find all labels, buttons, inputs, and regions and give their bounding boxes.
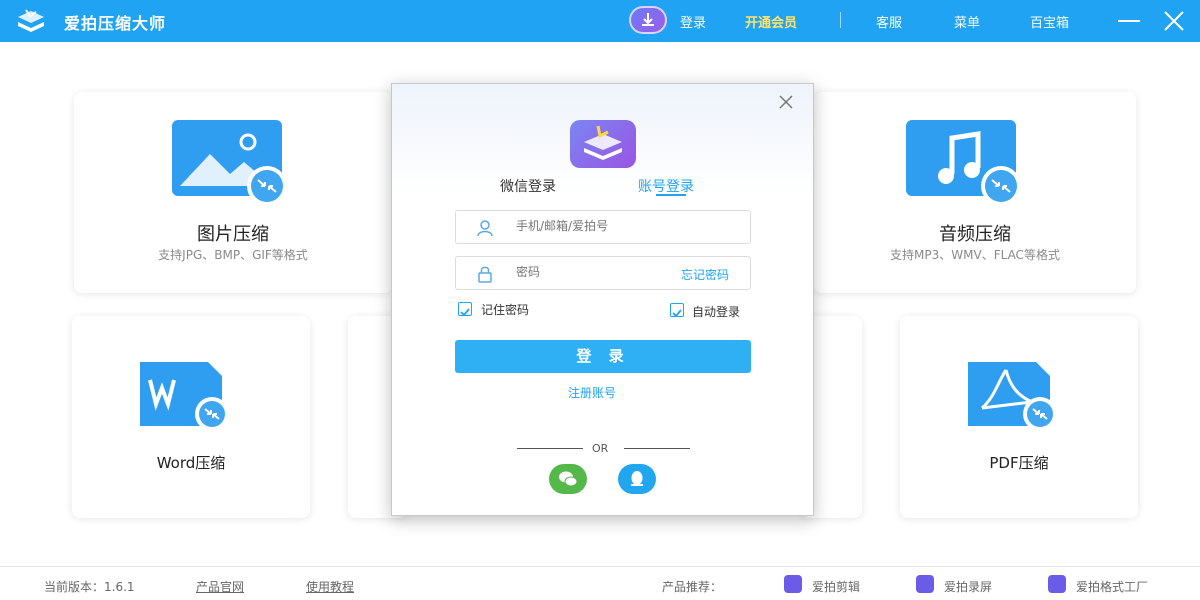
image-compress-icon xyxy=(172,120,287,206)
footer-divider xyxy=(0,566,1200,567)
download-icon xyxy=(642,13,654,26)
or-divider-left xyxy=(517,448,583,449)
version-label: 当前版本：1.6.1 xyxy=(44,580,135,594)
title-bar: 爱拍压缩大师 登录 开通会员 客服 菜单 百宝箱 xyxy=(0,0,1200,42)
format-app-icon[interactable] xyxy=(1048,575,1066,593)
wechat-icon xyxy=(559,471,578,487)
checkmark-icon xyxy=(672,309,682,318)
active-tab-indicator xyxy=(656,194,686,196)
recommend-app-record[interactable]: 爱拍录屏 xyxy=(944,578,992,595)
qq-login-button[interactable] xyxy=(618,464,656,494)
website-link[interactable]: 产品官网 xyxy=(196,578,244,595)
card-word-title: Word压缩 xyxy=(156,454,226,472)
password-input[interactable] xyxy=(516,265,666,279)
card-image-compress[interactable]: 图片压缩 支持JPG、BMP、GIF等格式 xyxy=(74,92,392,293)
recommend-app-format[interactable]: 爱拍格式工厂 xyxy=(1076,578,1148,595)
word-compress-icon xyxy=(140,362,229,431)
card-word-compress[interactable]: Word压缩 xyxy=(72,316,310,518)
remember-password-checkbox[interactable] xyxy=(458,302,472,317)
nav-vip[interactable]: 开通会员 xyxy=(745,12,797,31)
user-icon xyxy=(477,220,493,237)
dialog-close-icon[interactable] xyxy=(778,94,794,110)
minimize-button[interactable] xyxy=(1118,20,1140,22)
card-image-title: 图片压缩 xyxy=(197,224,269,245)
app-title: 爱拍压缩大师 xyxy=(64,14,167,33)
tab-wechat-login[interactable]: 微信登录 xyxy=(500,176,556,196)
app-logo-icon xyxy=(18,9,44,32)
wechat-login-button[interactable] xyxy=(549,464,587,494)
card-audio-compress[interactable]: 音频压缩 支持MP3、WMV、FLAC等格式 xyxy=(814,92,1136,293)
record-app-icon[interactable] xyxy=(916,575,934,593)
nav-toolbox[interactable]: 百宝箱 xyxy=(1030,12,1069,31)
compress-logo-icon xyxy=(584,125,622,160)
tab-account-login[interactable]: 账号登录 xyxy=(638,176,694,196)
user-avatar[interactable] xyxy=(629,6,667,34)
forgot-password-link[interactable]: 忘记密码 xyxy=(681,266,729,283)
card-pdf-title: PDF压缩 xyxy=(989,454,1049,472)
register-link[interactable]: 注册账号 xyxy=(568,384,616,401)
nav-service[interactable]: 客服 xyxy=(876,12,902,31)
qq-icon xyxy=(631,471,643,486)
or-label: OR xyxy=(592,442,609,455)
nav-login[interactable]: 登录 xyxy=(680,12,706,31)
dialog-logo xyxy=(570,120,636,168)
auto-login-checkbox[interactable] xyxy=(670,303,684,318)
pdf-compress-icon xyxy=(968,362,1057,431)
clip-app-icon[interactable] xyxy=(784,575,802,593)
recommend-label: 产品推荐： xyxy=(662,580,723,594)
window-close-button[interactable] xyxy=(1162,9,1186,33)
remember-password-label[interactable]: 记住密码 xyxy=(481,301,529,318)
auto-login-label[interactable]: 自动登录 xyxy=(692,303,740,320)
nav-divider xyxy=(840,12,841,28)
audio-compress-icon xyxy=(906,120,1021,206)
card-audio-desc: 支持MP3、WMV、FLAC等格式 xyxy=(890,248,1060,262)
password-field[interactable]: 忘记密码 xyxy=(455,256,751,290)
login-dialog: 微信登录 账号登录 忘记密码 记住密码 自动登录 登 录 注册账号 OR xyxy=(391,83,814,516)
card-audio-title: 音频压缩 xyxy=(939,224,1011,245)
login-button[interactable]: 登 录 xyxy=(455,340,751,373)
lock-icon xyxy=(478,266,492,283)
recommend-app-clip[interactable]: 爱拍剪辑 xyxy=(812,578,860,595)
checkmark-icon xyxy=(460,308,470,317)
tutorial-link[interactable]: 使用教程 xyxy=(306,578,354,595)
card-image-desc: 支持JPG、BMP、GIF等格式 xyxy=(158,248,308,262)
username-field[interactable] xyxy=(455,210,751,244)
or-divider-right xyxy=(624,448,690,449)
username-input[interactable] xyxy=(516,219,666,233)
card-pdf-compress[interactable]: PDF压缩 xyxy=(900,316,1138,518)
nav-menu[interactable]: 菜单 xyxy=(954,12,980,31)
